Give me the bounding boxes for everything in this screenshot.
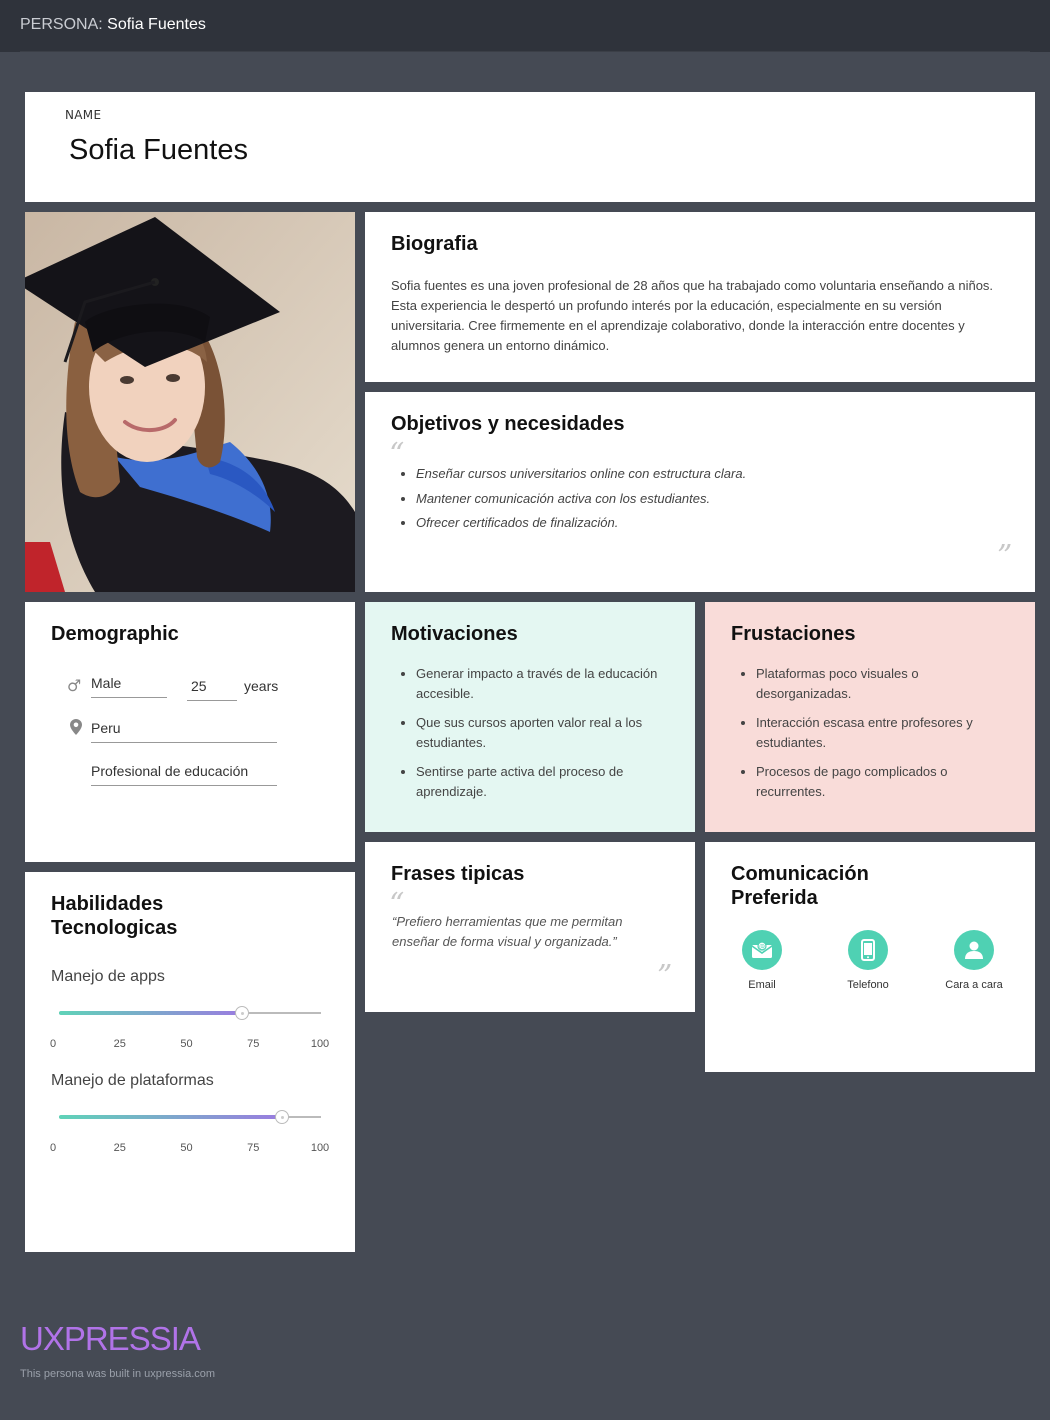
svg-text:@: @: [759, 943, 765, 950]
tick-label: 25: [113, 1038, 126, 1050]
frustrations-list[interactable]: Plataformas poco visuales o desorganizad…: [756, 664, 1009, 802]
biography-card: Biografia Sofia fuentes es una joven pro…: [365, 212, 1035, 382]
page-title: PERSONA: Sofia Fuentes: [20, 16, 206, 34]
motivations-list[interactable]: Generar impacto a través de la educación…: [416, 664, 669, 802]
list-item: Generar impacto a través de la educación…: [416, 664, 669, 704]
tick-label: 0: [49, 1038, 57, 1050]
skills-title: Habilidades Tecnologicas: [51, 893, 178, 939]
skill-label: Manejo de plataformas: [51, 1072, 214, 1089]
name-label: NAME: [65, 108, 102, 122]
top-bar: PERSONA: Sofia Fuentes: [0, 0, 1050, 52]
channel-phone[interactable]: Telefono: [823, 930, 913, 991]
list-item: Mantener comunicación activa con los est…: [416, 487, 746, 512]
skill-slider-apps[interactable]: [59, 1006, 321, 1020]
persona-name[interactable]: Sofia Fuentes: [69, 134, 248, 167]
occupation-field[interactable]: Profesional de educación: [91, 763, 277, 786]
graduate-portrait: [25, 212, 355, 592]
location-field[interactable]: Peru: [91, 720, 277, 743]
persona-photo[interactable]: [25, 212, 355, 592]
gender-field[interactable]: Male: [91, 675, 167, 698]
skill-label: Manejo de apps: [51, 968, 165, 985]
header-divider: [20, 51, 1030, 52]
goals-card: Objetivos y necesidades “ Enseñar cursos…: [365, 392, 1035, 592]
motivations-card: Motivaciones Generar impacto a través de…: [365, 602, 695, 832]
age-unit: years: [244, 678, 279, 694]
list-item: Sentirse parte activa del proceso de apr…: [416, 762, 669, 802]
communication-card: Comunicación Preferida @ Email Telefono …: [705, 842, 1035, 1072]
demographic-card: Demographic ♂ Male 25 years Peru Profesi…: [25, 602, 355, 862]
goals-list[interactable]: Enseñar cursos universitarios online con…: [416, 462, 746, 536]
slider-handle[interactable]: [274, 1110, 289, 1124]
channel-email[interactable]: @ Email: [717, 930, 807, 991]
age-field[interactable]: 25: [187, 678, 237, 701]
brand-logo[interactable]: UXPRESSIA: [20, 1320, 201, 1358]
tick-label: 25: [113, 1142, 126, 1154]
quotes-title: Frases tipicas: [391, 863, 525, 885]
person-icon: [954, 930, 994, 970]
frustrations-card: Frustaciones Plataformas poco visuales o…: [705, 602, 1035, 832]
quote-text[interactable]: “Prefiero herramientas que me permitan e…: [392, 912, 672, 952]
close-quote-icon: ”: [997, 539, 1013, 574]
tick-label: 100: [310, 1038, 330, 1050]
slider-fill: [59, 1011, 243, 1015]
title-name: Sofia Fuentes: [107, 16, 206, 33]
slider-fill: [59, 1115, 282, 1119]
tick-label: 75: [247, 1038, 260, 1050]
title-prefix: PERSONA:: [20, 16, 103, 33]
channel-label: Telefono: [847, 979, 889, 991]
male-gender-icon: ♂: [67, 676, 82, 695]
close-quote-icon: ”: [657, 959, 673, 994]
list-item: Enseñar cursos universitarios online con…: [416, 462, 746, 487]
tick-label: 50: [180, 1038, 193, 1050]
email-icon: @: [742, 930, 782, 970]
channel-label: Cara a cara: [945, 979, 1003, 991]
quotes-card: Frases tipicas “ “Prefiero herramientas …: [365, 842, 695, 1012]
channel-label: Email: [748, 979, 776, 991]
tick-label: 50: [180, 1142, 193, 1154]
biography-title: Biografia: [391, 233, 478, 255]
demographic-title: Demographic: [51, 623, 179, 645]
phone-icon: [848, 930, 888, 970]
tick-label: 100: [310, 1142, 330, 1154]
skill-slider-platforms[interactable]: [59, 1110, 321, 1124]
communication-title: Comunicación Preferida: [731, 863, 869, 909]
channel-face-to-face[interactable]: Cara a cara: [929, 930, 1019, 991]
name-card: NAME Sofia Fuentes: [25, 92, 1035, 202]
skills-card: Habilidades Tecnologicas Manejo de apps …: [25, 872, 355, 1252]
frustrations-title: Frustaciones: [731, 623, 856, 645]
tick-label: 0: [49, 1142, 57, 1154]
motivations-title: Motivaciones: [391, 623, 518, 645]
tick-label: 75: [247, 1142, 260, 1154]
list-item: Que sus cursos aporten valor real a los …: [416, 713, 669, 753]
location-pin-icon: [70, 719, 82, 739]
goals-title: Objetivos y necesidades: [391, 413, 625, 435]
list-item: Procesos de pago complicados o recurrent…: [756, 762, 1009, 802]
footer-note[interactable]: This persona was built in uxpressia.com: [20, 1368, 215, 1380]
slider-handle[interactable]: [235, 1006, 250, 1020]
list-item: Ofrecer certificados de finalización.: [416, 511, 746, 536]
biography-text[interactable]: Sofia fuentes es una joven profesional d…: [391, 276, 1009, 356]
list-item: Plataformas poco visuales o desorganizad…: [756, 664, 1009, 704]
list-item: Interacción escasa entre profesores y es…: [756, 713, 1009, 753]
